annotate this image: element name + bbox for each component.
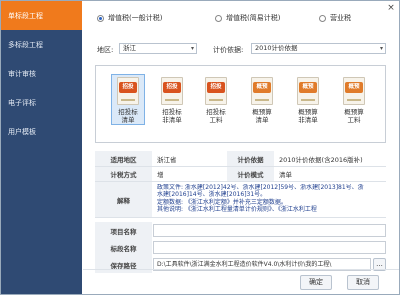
template-name: 招投标 非清单 [156, 108, 188, 124]
document-icon: 招投 [117, 77, 139, 105]
template-name-text: 招投标 非清单 [162, 108, 182, 124]
template-name-text: 概预算 非清单 [298, 108, 318, 124]
sidebar-item-label: 审计审核 [8, 69, 36, 78]
template-badge: 招投 [163, 82, 181, 93]
basis-label: 计价依据: [213, 46, 244, 54]
template-estimate-list[interactable]: 概预 概预算 清单 [246, 75, 278, 124]
info-row: 适用地区 浙江省 计价依据 2010计价依据(含2016版补) [95, 151, 386, 167]
info-label: 计价依据 [227, 151, 274, 166]
template-name: 招投标 工料 [200, 108, 232, 124]
template-badge: 概预 [299, 82, 317, 93]
close-icon[interactable]: × [386, 3, 396, 13]
template-name-text: 招投标 工料 [206, 108, 226, 124]
explain-text: 政策文件: 浙水建[2012]42号、浙水建[2012]59号、浙水建[2013… [157, 184, 382, 214]
explain-line: 水建[2016]14号、浙水建[2016]31号。 [157, 191, 267, 199]
template-badge: 概预 [253, 82, 271, 93]
radio-dot [215, 14, 222, 22]
template-name: 概预算 工料 [338, 108, 370, 124]
project-name-input[interactable] [153, 224, 386, 237]
radio-vat-general[interactable]: 增值税(一般计税) [97, 13, 162, 23]
section-name-label: 标段名称 [95, 239, 152, 256]
sidebar-item-e-bidding[interactable]: 电子评标 [1, 88, 82, 117]
ok-button[interactable]: 确定 [300, 275, 332, 290]
new-project-dialog: × 单标段工程 多标段工程 审计审核 电子评标 用户模板 增值税(一般计税) 增… [0, 0, 400, 295]
template-bid-nonlist[interactable]: 招投 招投标 非清单 [156, 75, 188, 124]
sidebar-item-label: 电子评标 [8, 98, 36, 107]
radio-vat-simple[interactable]: 增值税(简易计税) [215, 13, 280, 23]
region-select[interactable]: 浙江 ▾ [119, 43, 197, 54]
section-name-input[interactable] [153, 241, 386, 254]
template-badge: 概预 [345, 82, 363, 93]
basis-select[interactable]: 2010计价依据 ▾ [251, 43, 386, 54]
sidebar-item-single-section[interactable]: 单标段工程 [1, 1, 82, 30]
info-label: 计税方式 [95, 167, 152, 181]
template-list: 招投 招投标 清单 招投 招投标 非清单 招投 招投标 工料 概预 概预算 清单… [95, 65, 386, 143]
divider [83, 269, 399, 270]
tax-type-group: 增值税(一般计税) 增值税(简易计税) 营业税 [97, 13, 387, 25]
project-name-row: 项目名称 [95, 222, 386, 239]
sidebar: 单标段工程 多标段工程 审计审核 电子评标 用户模板 [1, 1, 82, 294]
radio-dot [97, 14, 104, 22]
region-select-value: 浙江 [123, 44, 136, 52]
document-icon: 概预 [251, 77, 273, 105]
document-icon: 招投 [161, 77, 183, 105]
sidebar-item-label: 单标段工程 [8, 11, 43, 20]
cancel-button[interactable]: 取消 [347, 275, 379, 290]
template-name-text: 招投标 清单 [118, 108, 138, 124]
radio-dot [319, 14, 326, 22]
template-name: 概预算 清单 [246, 108, 278, 124]
sidebar-item-user-templates[interactable]: 用户模板 [1, 117, 82, 146]
document-icon: 概预 [343, 77, 365, 105]
radio-label: 营业税 [330, 14, 351, 22]
sidebar-item-audit[interactable]: 审计审核 [1, 59, 82, 88]
radio-business-tax[interactable]: 营业税 [319, 13, 351, 23]
info-value: 浙江省 [157, 155, 177, 164]
radio-label: 增值税(简易计税) [226, 14, 281, 22]
save-path-label: 保存路径 [95, 256, 152, 273]
radio-label: 增值税(一般计税) [108, 14, 163, 22]
sidebar-item-multi-section[interactable]: 多标段工程 [1, 30, 82, 59]
template-bid-list[interactable]: 招投 招投标 清单 [111, 74, 145, 125]
info-label: 计价模式 [227, 167, 274, 181]
info-value: 2010计价依据(含2016版补) [279, 155, 363, 164]
template-estimate-nonlist[interactable]: 概预 概预算 非清单 [292, 75, 324, 124]
document-icon: 概预 [297, 77, 319, 105]
template-name: 招投标 清单 [112, 108, 144, 124]
sidebar-item-label: 多标段工程 [8, 40, 43, 49]
info-row: 计税方式 增 计价模式 清单 [95, 167, 386, 182]
template-name-text: 概预算 工料 [344, 108, 364, 124]
sidebar-item-label: 用户模板 [8, 127, 36, 136]
template-name-text: 概预算 清单 [252, 108, 272, 124]
template-badge: 招投 [207, 82, 225, 93]
section-name-row: 标段名称 [95, 239, 386, 256]
chevron-down-icon: ▾ [190, 45, 194, 52]
template-bid-material[interactable]: 招投 招投标 工料 [200, 75, 232, 124]
save-path-row: 保存路径 D:\工具软件\浙江满金水利工程造价软件V4.0\水利计价\我的工程\… [95, 256, 386, 273]
info-label: 解释 [95, 182, 152, 217]
document-icon: 招投 [205, 77, 227, 105]
basis-select-value: 2010计价依据 [255, 44, 298, 52]
info-row-explain: 解释 政策文件: 浙水建[2012]42号、浙水建[2012]59号、浙水建[2… [95, 182, 386, 218]
chevron-down-icon: ▾ [379, 45, 383, 52]
info-value: 清单 [279, 171, 292, 179]
project-name-label: 项目名称 [95, 222, 152, 239]
template-badge: 招投 [119, 82, 137, 93]
template-name: 概预算 非清单 [292, 108, 324, 124]
template-estimate-material[interactable]: 概预 概预算 工料 [338, 75, 370, 124]
info-value: 增 [157, 171, 164, 179]
region-label: 地区: [97, 46, 114, 54]
explain-line: 其他说明: 《浙江水利工程量清单计价规则》、《浙江水利工程 [157, 206, 317, 214]
info-label: 适用地区 [95, 151, 152, 166]
